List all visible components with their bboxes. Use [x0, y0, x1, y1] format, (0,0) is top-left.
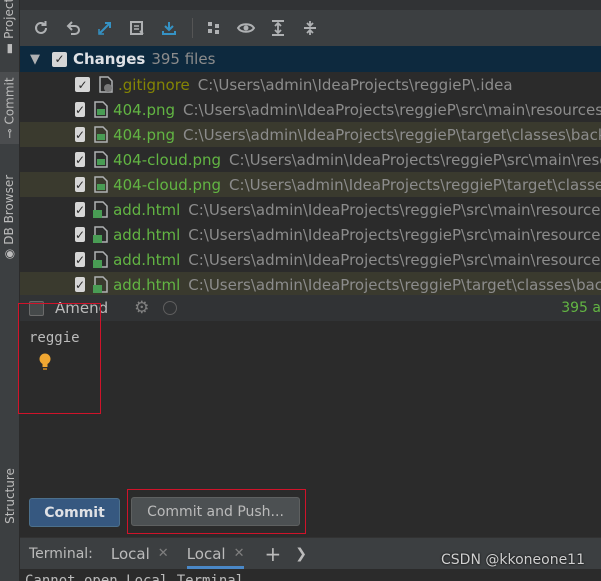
ignore-file-icon	[98, 76, 114, 93]
tab-structure[interactable]: Structure	[0, 462, 19, 530]
file-row[interactable]: ✓ add.html C:\Users\admin\IdeaProjects\reg…	[20, 197, 601, 222]
file-row[interactable]: ✓ 404.png C:\Users\admin\IdeaProjects\regg…	[20, 122, 601, 147]
html-file-icon	[93, 226, 109, 243]
file-checkbox[interactable]: ✓	[75, 177, 86, 192]
file-path: C:\Users\admin\IdeaProjects\reggieP\src\…	[188, 250, 601, 269]
html-file-icon	[93, 276, 109, 293]
image-file-icon	[93, 176, 109, 193]
chevron-down-icon[interactable]: ❯	[295, 546, 307, 562]
commit-toolbar	[20, 10, 601, 46]
image-file-icon	[93, 126, 109, 143]
diff-icon[interactable]	[94, 17, 116, 39]
html-file-icon	[93, 201, 109, 218]
file-checkbox[interactable]: ✓	[75, 152, 86, 167]
changes-title: Changes	[73, 50, 146, 68]
file-row[interactable]: ✓ 404-cloud.png C:\Users\admin\IdeaProject…	[20, 147, 601, 172]
changes-count: 395 files	[151, 50, 216, 68]
tab-project[interactable]: ▬ Project	[0, 0, 19, 55]
collapse-all-icon[interactable]	[299, 17, 321, 39]
terminal-title: Terminal:	[29, 545, 93, 562]
commit-message-editor[interactable]: reggie	[20, 322, 601, 487]
file-checkbox[interactable]: ✓	[75, 127, 86, 142]
file-checkbox[interactable]: ✓	[75, 252, 86, 267]
file-checkbox[interactable]: ✓	[75, 102, 86, 117]
close-icon[interactable]: ✕	[234, 546, 245, 561]
file-row[interactable]: ✓ .gitignore C:\Users\admin\IdeaProjects\r…	[20, 72, 601, 97]
tool-window-strip: ▬ Project ⊸ Commit ◉ DB Browser Structure	[0, 0, 20, 581]
changes-group-header[interactable]: ▼ ✓ Changes 395 files	[20, 46, 601, 72]
file-row[interactable]: ✓ 404-cloud.png C:\Users\admin\IdeaProject…	[20, 172, 601, 197]
file-name: add.html	[113, 200, 181, 219]
file-row[interactable]: ✓ add.html C:\Users\admin\IdeaProjects\reg…	[20, 222, 601, 247]
file-checkbox[interactable]: ✓	[75, 277, 86, 292]
terminal-tab-local-2[interactable]: Local ✕	[186, 538, 245, 569]
rollback-icon[interactable]	[62, 17, 84, 39]
highlight-box-message	[18, 303, 101, 414]
file-name: .gitignore	[118, 75, 190, 94]
history-icon[interactable]	[163, 301, 178, 315]
file-name: add.html	[113, 250, 181, 269]
file-name: 404-cloud.png	[113, 150, 222, 169]
tab-commit[interactable]: ⊸ Commit	[0, 72, 19, 144]
file-path: C:\Users\admin\IdeaProjects\reggieP\targ…	[229, 175, 601, 194]
commit-icon: ⊸	[2, 128, 17, 139]
update-icon[interactable]	[158, 17, 180, 39]
changes-checkbox[interactable]: ✓	[52, 51, 67, 67]
image-file-icon	[93, 151, 109, 168]
gear-icon[interactable]: ⚙	[134, 298, 149, 318]
refresh-icon[interactable]	[30, 17, 52, 39]
image-file-icon	[93, 101, 109, 118]
close-icon[interactable]: ✕	[158, 546, 169, 561]
expand-all-icon[interactable]	[267, 17, 289, 39]
file-row[interactable]: ✓ add.html C:\Users\admin\IdeaProjects\reg…	[20, 272, 601, 297]
file-name: 404-cloud.png	[113, 175, 222, 194]
file-path: C:\Users\admin\IdeaProjects\reggieP\src\…	[229, 150, 601, 169]
file-name: add.html	[113, 275, 181, 294]
group-icon[interactable]	[203, 17, 225, 39]
toolbar-separator	[192, 18, 193, 38]
add-tab-icon[interactable]: +	[264, 542, 281, 566]
chevron-down-icon[interactable]: ▼	[30, 52, 44, 67]
terminal-tab-local-1[interactable]: Local ✕	[111, 538, 169, 569]
commit-button[interactable]: Commit	[29, 498, 120, 527]
amend-bar: Amend ⚙ 395 a	[20, 295, 601, 321]
changelist-icon[interactable]	[126, 17, 148, 39]
amend-count: 395 a	[561, 300, 601, 316]
file-path: C:\Users\admin\IdeaProjects\reggieP\targ…	[188, 275, 601, 294]
file-checkbox[interactable]: ✓	[75, 202, 86, 217]
file-path: C:\Users\admin\IdeaProjects\reggieP\src\…	[188, 225, 601, 244]
file-path: C:\Users\admin\IdeaProjects\reggieP\.ide…	[197, 75, 513, 94]
watermark: CSDN @kkoneone11	[441, 552, 585, 568]
folder-icon: ▬	[2, 42, 17, 55]
file-name: add.html	[113, 225, 181, 244]
file-row[interactable]: ✓ add.html C:\Users\admin\IdeaProjects\reg…	[20, 247, 601, 272]
file-path: C:\Users\admin\IdeaProjects\reggieP\targ…	[183, 125, 601, 144]
file-row[interactable]: ✓ 404.png C:\Users\admin\IdeaProjects\regg…	[20, 97, 601, 122]
terminal-output: Cannot open Local Terminal	[25, 573, 245, 581]
file-name: 404.png	[113, 100, 176, 119]
html-file-icon	[93, 251, 109, 268]
highlight-box-push	[127, 489, 306, 534]
file-path: C:\Users\admin\IdeaProjects\reggieP\src\…	[188, 200, 601, 219]
tab-db-browser[interactable]: ◉ DB Browser	[0, 168, 19, 266]
file-checkbox[interactable]: ✓	[75, 227, 86, 242]
file-checkbox[interactable]: ✓	[75, 77, 90, 92]
preview-icon[interactable]	[235, 17, 257, 39]
file-name: 404.png	[113, 125, 176, 144]
db-browser-icon: ◉	[2, 248, 17, 260]
file-path: C:\Users\admin\IdeaProjects\reggieP\src\…	[183, 100, 601, 119]
